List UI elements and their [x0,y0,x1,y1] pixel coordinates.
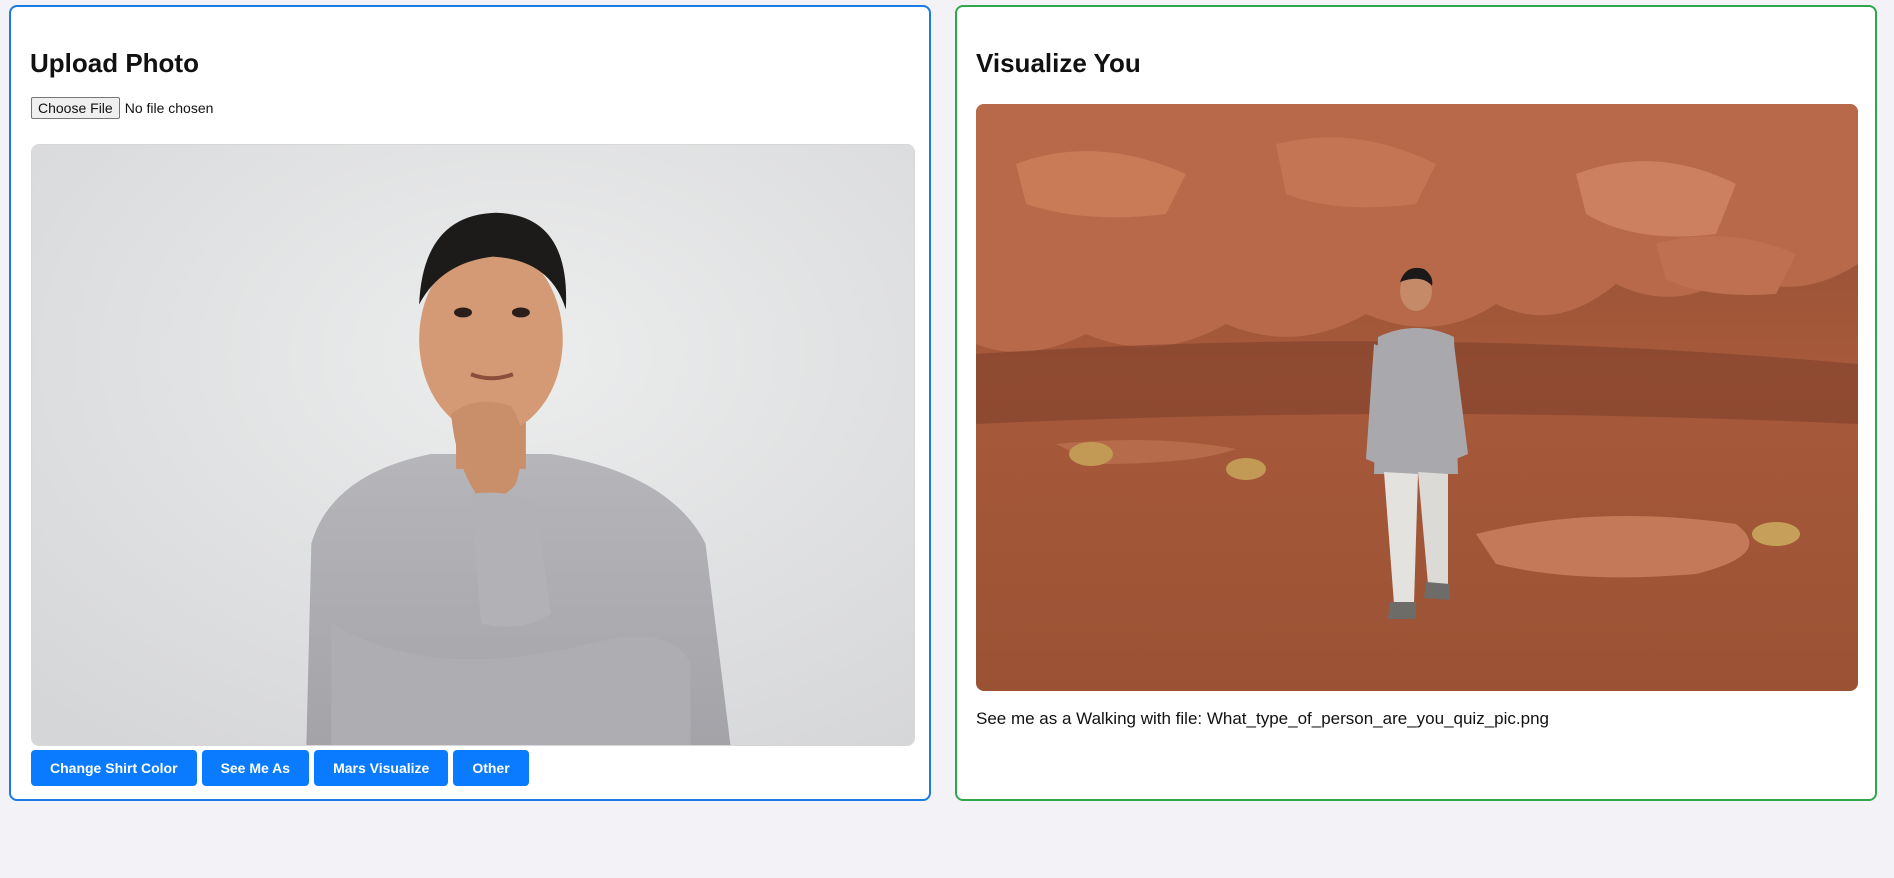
visualized-photo [976,104,1858,691]
file-input[interactable]: Choose File No file chosen [31,97,213,119]
upload-panel: Upload Photo Choose File No file chosen [9,5,931,801]
visualize-title: Visualize You [976,48,1141,78]
upload-title: Upload Photo [30,48,199,78]
visualize-panel: Visualize You See me as a Walking with f… [955,5,1877,801]
uploaded-photo [31,144,915,746]
see-me-as-button[interactable]: See Me As [201,750,310,786]
mars-visualize-button[interactable]: Mars Visualize [314,750,449,786]
file-status: No file chosen [124,100,214,116]
action-buttons: Change Shirt Color See Me As Mars Visual… [31,750,529,786]
portrait-image [32,145,914,745]
choose-file-button[interactable]: Choose File [31,97,120,119]
other-button[interactable]: Other [453,750,529,786]
mars-image [976,104,1858,691]
change-shirt-color-button[interactable]: Change Shirt Color [31,750,197,786]
result-text: See me as a Walking with file: What_type… [976,709,1549,728]
